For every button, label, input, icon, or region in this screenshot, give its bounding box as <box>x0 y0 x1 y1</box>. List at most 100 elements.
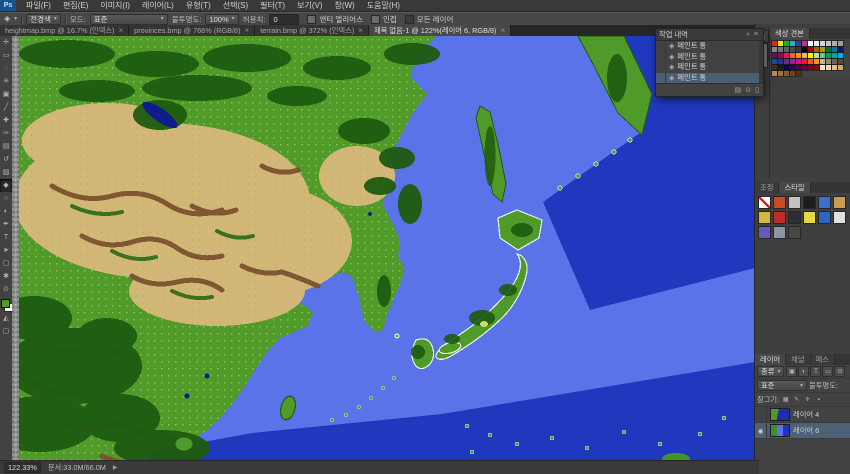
foreground-color-chip[interactable] <box>1 299 10 308</box>
color-swatch[interactable] <box>778 65 783 70</box>
close-icon[interactable]: × <box>500 27 505 35</box>
menu-item[interactable]: 도움말(H) <box>361 0 406 11</box>
history-state-row[interactable]: ◈ 페인트 통 <box>656 41 759 52</box>
tolerance-input[interactable]: 0 <box>269 14 299 25</box>
color-swatch[interactable] <box>814 41 819 46</box>
color-swatch[interactable] <box>808 47 813 52</box>
blur-tool[interactable]: ○ <box>0 192 12 205</box>
color-swatch[interactable] <box>790 65 795 70</box>
fill-source-select[interactable]: 전경색 ▾ <box>26 14 61 25</box>
magic-wand-tool[interactable]: ✳ <box>0 75 12 88</box>
history-well[interactable] <box>656 62 666 73</box>
document-tab[interactable]: 제목 없음-1 @ 122%(레이어 6, RGB/8) × <box>369 25 511 36</box>
style-swatch[interactable] <box>788 226 801 239</box>
lock-position-icon[interactable]: ✛ <box>803 395 812 404</box>
color-swatch[interactable] <box>826 65 831 70</box>
color-swatch[interactable] <box>808 41 813 46</box>
color-swatch[interactable] <box>802 65 807 70</box>
brush-tool[interactable]: ✑ <box>0 127 12 140</box>
adjustment-filter-icon[interactable]: ◐ <box>798 366 809 377</box>
checkbox[interactable] <box>405 15 414 24</box>
menu-item[interactable]: 보기(V) <box>291 0 328 11</box>
style-swatch[interactable] <box>773 226 786 239</box>
color-swatch[interactable] <box>814 59 819 64</box>
pen-tool[interactable]: ✒ <box>0 218 12 231</box>
color-swatch[interactable] <box>832 65 837 70</box>
color-swatch[interactable] <box>790 71 795 76</box>
color-swatch[interactable] <box>820 41 825 46</box>
color-swatch[interactable] <box>796 71 801 76</box>
color-swatch[interactable] <box>772 41 777 46</box>
menu-item[interactable]: 레이어(L) <box>136 0 180 11</box>
layer-row[interactable]: ◉ 레이어 6 <box>755 423 850 439</box>
zoom-input[interactable]: 122.33% <box>4 462 41 473</box>
color-swatch[interactable] <box>772 53 777 58</box>
color-swatch[interactable] <box>808 53 813 58</box>
new-doc-from-state-icon[interactable]: ▤ <box>735 86 742 94</box>
history-well[interactable] <box>656 41 666 52</box>
color-swatch[interactable] <box>838 47 843 52</box>
color-swatch[interactable] <box>796 47 801 52</box>
styles-panel-tab[interactable]: 조정 <box>755 182 779 193</box>
delete-state-icon[interactable]: ▯ <box>755 86 759 94</box>
crop-tool[interactable]: ▣ <box>0 88 12 101</box>
color-swatch[interactable] <box>778 53 783 58</box>
history-state-row[interactable]: ◈ 페인트 통 <box>656 52 759 63</box>
healing-brush-tool[interactable]: ✚ <box>0 114 12 127</box>
color-swatch[interactable] <box>796 53 801 58</box>
color-swatch[interactable] <box>820 65 825 70</box>
blend-mode-select[interactable]: 표준 ▾ <box>757 380 807 391</box>
color-swatch[interactable] <box>820 47 825 52</box>
color-swatch[interactable] <box>784 47 789 52</box>
pixel-filter-icon[interactable]: ▣ <box>786 366 797 377</box>
zoom-tool[interactable]: ⊙ <box>0 283 12 296</box>
history-well[interactable] <box>656 73 666 84</box>
paint-bucket-preset-icon[interactable]: ◈ <box>4 15 10 23</box>
eyedropper-tool[interactable]: ╱ <box>0 101 12 114</box>
color-swatch[interactable] <box>832 59 837 64</box>
close-icon[interactable]: × <box>245 27 250 35</box>
style-swatch[interactable] <box>788 211 801 224</box>
move-tool[interactable]: ✛ <box>0 36 12 49</box>
color-swatch[interactable] <box>832 41 837 46</box>
style-swatch[interactable] <box>818 196 831 209</box>
style-swatch[interactable] <box>773 196 786 209</box>
menu-item[interactable]: 창(W) <box>328 0 360 11</box>
layer-row[interactable]: ◉ 레이어 4 <box>755 407 850 423</box>
color-swatch[interactable] <box>802 47 807 52</box>
layer-filter-select[interactable]: 종류 ▾ <box>757 366 784 377</box>
color-swatch[interactable] <box>808 65 813 70</box>
history-well[interactable] <box>656 52 666 63</box>
color-swatch[interactable] <box>784 53 789 58</box>
smart-object-filter-icon[interactable]: ⊡ <box>834 366 845 377</box>
paint-bucket-tool[interactable]: ◆ <box>0 179 12 192</box>
panel-menu-icon[interactable]: ≡ <box>752 31 760 38</box>
ps-logo[interactable]: Ps <box>0 0 16 11</box>
layers-panel-tab[interactable]: 레이어 <box>755 354 786 365</box>
history-panel-header[interactable]: 작업 내역 « ≡ <box>656 29 763 41</box>
status-menu-arrow-icon[interactable]: ▶ <box>113 464 118 471</box>
color-swatch[interactable] <box>790 53 795 58</box>
color-swatch[interactable] <box>796 41 801 46</box>
menu-item[interactable]: 필터(T) <box>254 0 291 11</box>
layer-thumbnail[interactable] <box>770 408 790 421</box>
menu-item[interactable]: 선택(S) <box>217 0 254 11</box>
close-icon[interactable]: × <box>118 27 123 35</box>
color-swatch[interactable] <box>820 53 825 58</box>
color-swatch[interactable] <box>838 65 843 70</box>
color-swatch[interactable] <box>838 41 843 46</box>
style-swatch[interactable] <box>758 196 771 209</box>
color-swatch[interactable] <box>814 53 819 58</box>
color-swatch[interactable] <box>784 65 789 70</box>
tab-swatches[interactable]: 색상 견본 <box>770 28 810 39</box>
opacity-select[interactable]: 100% ▾ <box>205 14 238 25</box>
dodge-tool[interactable]: ◐ <box>0 205 12 218</box>
history-scrollbar[interactable] <box>759 41 763 83</box>
color-swatch[interactable] <box>772 65 777 70</box>
marquee-tool[interactable]: ▭ <box>0 49 12 62</box>
color-swatch[interactable] <box>838 59 843 64</box>
color-swatch[interactable] <box>772 71 777 76</box>
color-swatch[interactable] <box>778 47 783 52</box>
color-swatch[interactable] <box>808 59 813 64</box>
style-swatch[interactable] <box>833 196 846 209</box>
